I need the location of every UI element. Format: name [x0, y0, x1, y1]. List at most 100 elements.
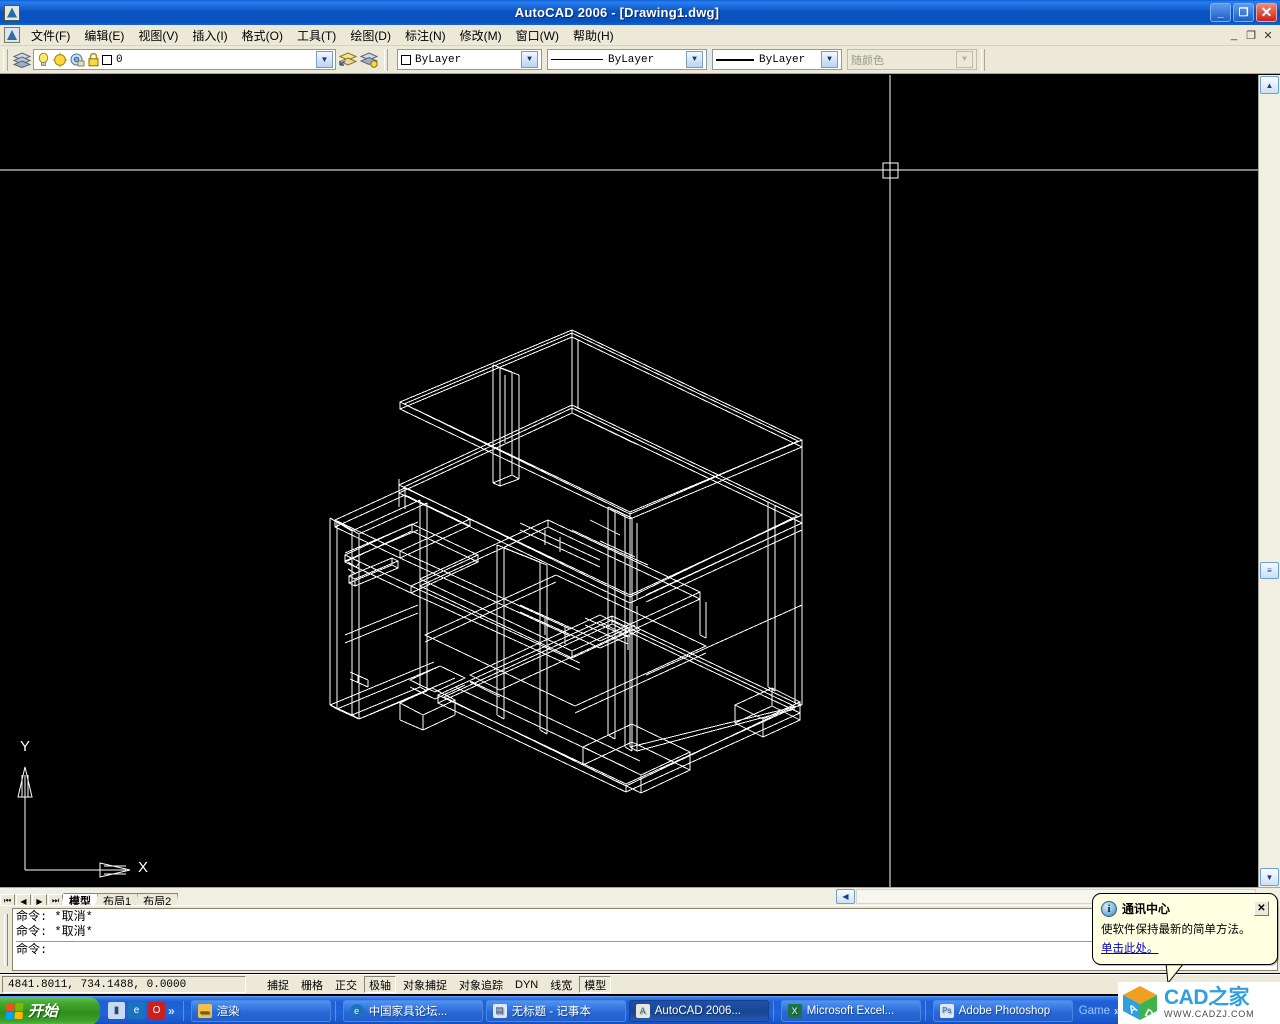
autocad-window: AutoCAD 2006 - [Drawing1.dwg] _ ❐ ✕ 文件(F… [0, 0, 1280, 1024]
toolbar-grip[interactable] [3, 48, 8, 71]
color-dropdown-arrow[interactable]: ▼ [521, 51, 538, 68]
quicklaunch-chevron-icon[interactable]: » [168, 1004, 175, 1018]
command-prompt[interactable]: 命令: [16, 943, 1274, 958]
status-toggle-ortho[interactable]: 正交 [330, 976, 362, 993]
sun-icon [52, 52, 68, 67]
layer-properties-icon[interactable] [358, 49, 380, 71]
menu-help[interactable]: 帮助(H) [566, 25, 621, 46]
balloon-close-button[interactable]: ✕ [1254, 901, 1269, 916]
taskbar-item-notepad[interactable]: ▤ 无标题 - 记事本 [485, 999, 626, 1022]
menu-file[interactable]: 文件(F) [24, 25, 77, 46]
quicklaunch-opera-icon[interactable]: O [148, 1002, 165, 1019]
quicklaunch-media-icon[interactable]: ▮ [108, 1002, 125, 1019]
taskbar-item-forum[interactable]: e 中国家具论坛... [342, 999, 483, 1022]
maximize-button[interactable]: ❐ [1233, 3, 1254, 22]
taskbar-separator-3 [772, 1000, 774, 1021]
command-history[interactable]: 命令: *取消* 命令: *取消* 命令: [12, 908, 1278, 971]
minimize-button[interactable]: _ [1210, 3, 1231, 22]
browser-icon: e [349, 1003, 364, 1018]
layer-dropdown-arrow[interactable]: ▼ [316, 51, 333, 68]
communication-center-balloon[interactable]: i 通讯中心 ✕ 使软件保持最新的简单方法。 单击此处。 [1092, 893, 1278, 965]
plotstyle-dropdown-arrow: ▼ [956, 51, 973, 68]
cadzj-watermark: A D CAD之家 WWW.CADZJ.COM [1118, 982, 1280, 1024]
plotstyle-value: 随颜色 [851, 55, 884, 68]
title-bar: AutoCAD 2006 - [Drawing1.dwg] _ ❐ ✕ [0, 0, 1280, 25]
taskbar: 开始 ▮ e O » ▬ 渲染 e 中国家具论坛... ▤ 无标题 - 记事本 … [0, 996, 1280, 1024]
drawing-canvas[interactable]: Y X [0, 75, 1258, 887]
status-toggle-polar[interactable]: 极轴 [364, 976, 396, 993]
color-control-combo[interactable]: ByLayer ▼ [397, 49, 542, 70]
color-value: ByLayer [415, 53, 462, 66]
taskbar-item-render[interactable]: ▬ 渲染 [190, 999, 331, 1022]
status-toggle-otrack[interactable]: 对象追踪 [454, 976, 508, 993]
notepad-icon: ▤ [492, 1003, 507, 1018]
menu-tools[interactable]: 工具(T) [290, 25, 343, 46]
autocad-icon: A [635, 1003, 650, 1018]
photoshop-icon: Ps [939, 1003, 954, 1018]
taskbar-item-excel[interactable]: X Microsoft Excel... [780, 999, 921, 1022]
command-window[interactable]: 命令: *取消* 命令: *取消* 命令: [0, 905, 1280, 973]
menu-window[interactable]: 窗口(W) [509, 25, 566, 46]
taskbar-separator [182, 1000, 184, 1021]
status-toggle-model[interactable]: 模型 [579, 976, 612, 993]
layer-previous-icon[interactable] [336, 49, 358, 71]
cadzj-text: CAD之家 WWW.CADZJ.COM [1164, 987, 1254, 1019]
taskbar-item-label: Microsoft Excel... [806, 1004, 895, 1017]
status-toggle-osnap[interactable]: 对象捕捉 [398, 976, 452, 993]
model-wireframe: Y X [0, 75, 1258, 887]
scroll-down-button[interactable]: ▼ [1260, 868, 1279, 886]
menu-edit[interactable]: 编辑(E) [77, 25, 131, 46]
menu-insert[interactable]: 插入(I) [185, 25, 234, 46]
lineweight-preview-icon [716, 58, 754, 61]
lineweight-control-combo[interactable]: ByLayer ▼ [712, 49, 842, 70]
status-bar: 4841.8011, 734.1488, 0.0000 捕捉 栅格 正交 极轴 … [0, 974, 1280, 994]
status-toggle-snap[interactable]: 捕捉 [262, 976, 294, 993]
coordinate-display[interactable]: 4841.8011, 734.1488, 0.0000 [2, 976, 246, 993]
layer-color-swatch [102, 54, 112, 65]
start-button[interactable]: 开始 [0, 996, 100, 1024]
quicklaunch-browser-icon[interactable]: e [128, 1002, 145, 1019]
layer-control-combo[interactable]: 0 ▼ [33, 49, 336, 70]
taskbar-item-label: 无标题 - 记事本 [511, 1005, 591, 1018]
scroll-up-button[interactable]: ▲ [1260, 76, 1279, 94]
toolbar-separator[interactable] [384, 48, 388, 71]
mdi-window-buttons: _ ❐ ✕ [1226, 28, 1276, 42]
cadzj-cube-icon: A D [1120, 984, 1160, 1022]
status-toggle-lineweight[interactable]: 线宽 [545, 976, 578, 993]
document-icon[interactable] [4, 27, 20, 43]
toolbar-separator-end[interactable] [981, 48, 985, 71]
linetype-value: ByLayer [608, 53, 655, 66]
menu-view[interactable]: 视图(V) [131, 25, 185, 46]
balloon-link[interactable]: 单击此处。 [1101, 940, 1159, 956]
layer-name-value: 0 [116, 53, 123, 66]
status-toggle-grid[interactable]: 栅格 [296, 976, 328, 993]
cadzj-url-text: WWW.CADZJ.COM [1164, 1009, 1255, 1019]
lineweight-dropdown-arrow[interactable]: ▼ [821, 51, 838, 68]
close-button[interactable]: ✕ [1256, 3, 1277, 22]
menu-dimension[interactable]: 标注(N) [398, 25, 453, 46]
linetype-dropdown-arrow[interactable]: ▼ [686, 51, 703, 68]
taskbar-item-photoshop[interactable]: Ps Adobe Photoshop [932, 999, 1073, 1022]
menu-modify[interactable]: 修改(M) [453, 25, 509, 46]
autocad-logo-icon[interactable] [4, 4, 20, 21]
linetype-control-combo[interactable]: ByLayer ▼ [547, 49, 707, 70]
scroll-left-button[interactable]: ◀ [836, 889, 855, 904]
layer-manager-icon[interactable] [11, 49, 33, 71]
vertical-scrollbar[interactable]: ▲ ≡ ▼ [1258, 75, 1280, 887]
mdi-minimize-button[interactable]: _ [1226, 28, 1242, 42]
menu-format[interactable]: 格式(O) [235, 25, 290, 46]
mdi-restore-button[interactable]: ❐ [1243, 28, 1259, 42]
game-toolbar[interactable]: Game » [1079, 1004, 1121, 1018]
menu-draw[interactable]: 绘图(D) [343, 25, 398, 46]
layer-state-icons [36, 52, 116, 68]
taskbar-item-autocad[interactable]: A AutoCAD 2006... [628, 999, 769, 1022]
windows-flag-icon [5, 1002, 24, 1019]
print-icon [70, 53, 85, 66]
command-window-grip[interactable] [0, 906, 12, 973]
color-swatch-icon [401, 54, 411, 65]
taskbar-item-label: AutoCAD 2006... [654, 1004, 741, 1017]
status-toggle-dyn[interactable]: DYN [510, 976, 544, 993]
vertical-scroll-thumb[interactable]: ≡ [1260, 562, 1279, 579]
mdi-close-button[interactable]: ✕ [1260, 28, 1276, 42]
layers-properties-toolbar: 0 ▼ ByLayer ▼ ByLayer ▼ ByLayer ▼ 随颜色 ▼ [0, 46, 1280, 74]
